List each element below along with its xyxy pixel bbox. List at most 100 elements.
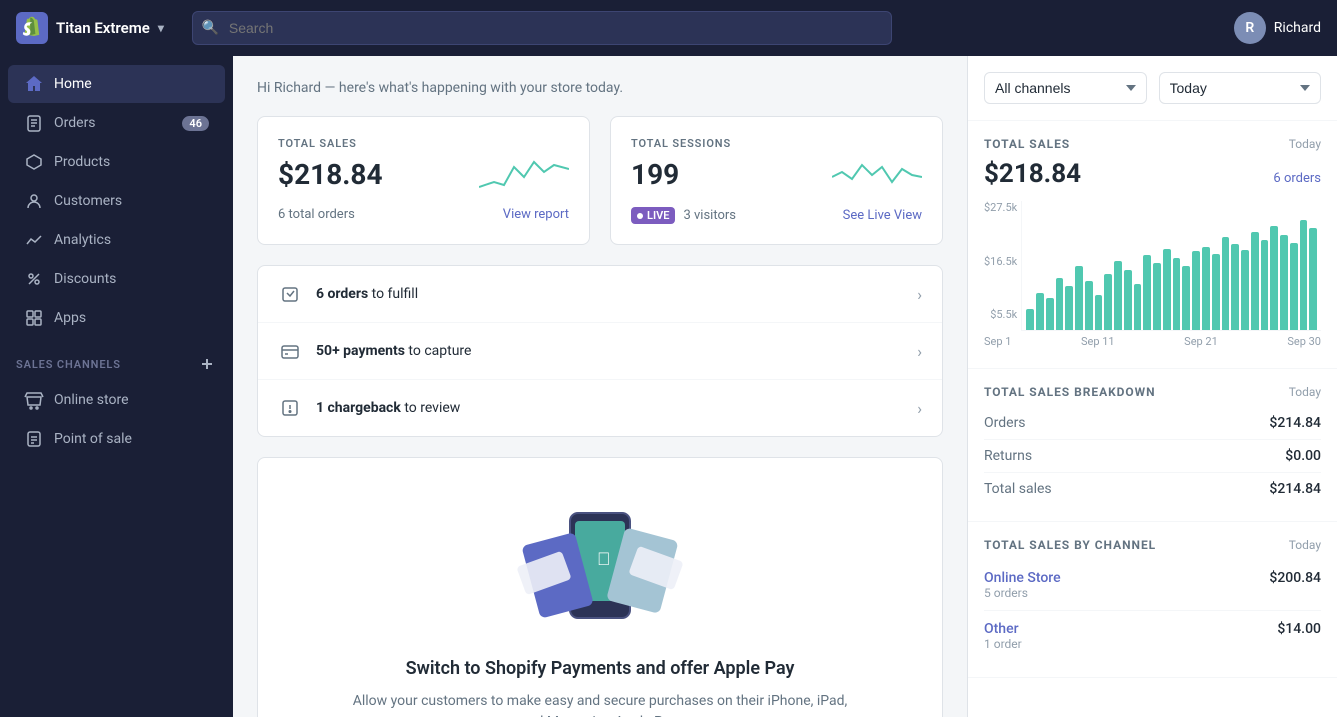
bar (1309, 228, 1317, 330)
panel-by-channel-label: TOTAL SALES BY CHANNEL (984, 538, 1156, 552)
orders-link[interactable]: 6 orders (1273, 171, 1321, 186)
shopify-icon (16, 12, 48, 44)
total-sales-card: TOTAL SALES $218.84 6 total orders View … (257, 116, 590, 245)
bar-col (1280, 235, 1288, 330)
channel-value: $14.00 (1277, 621, 1321, 637)
sidebar-item-discounts[interactable]: Discounts (8, 260, 225, 298)
analytics-icon (24, 230, 44, 250)
bar (1261, 240, 1269, 330)
add-channel-icon[interactable] (197, 354, 217, 374)
bar-col (1300, 220, 1308, 330)
bar-col (1212, 254, 1220, 330)
sidebar-analytics-label: Analytics (54, 232, 111, 248)
apps-icon (24, 308, 44, 328)
bar (1163, 249, 1171, 330)
bar (1124, 270, 1132, 330)
bar-col (1046, 298, 1054, 330)
sidebar-item-online-store[interactable]: Online store (8, 381, 225, 419)
sidebar-item-home[interactable]: Home (8, 65, 225, 103)
online-store-icon (24, 390, 44, 410)
bar-col (1075, 266, 1083, 330)
channel-name[interactable]: Other (984, 621, 1022, 637)
live-view-link[interactable]: See Live View (843, 208, 922, 223)
sidebar-pos-label: Point of sale (54, 431, 132, 447)
panel-chart: $27.5k $16.5k $5.5k Sep 1 Sep 11 Sep 21 … (984, 201, 1321, 352)
panel-controls: All channels Today (968, 56, 1337, 121)
bar (1085, 281, 1093, 330)
welcome-text: Hi Richard — here's what's happening wit… (257, 80, 943, 96)
action-cards: 6 orders to fulfill › 50+ payments to ca… (257, 265, 943, 437)
channel-items: Online Store 5 orders $200.84 Other 1 or… (984, 560, 1321, 661)
visitors-row: LIVE 3 visitors (631, 207, 736, 224)
bar (1222, 237, 1230, 330)
store-chevron-icon: ▾ (158, 21, 164, 35)
top-nav: Titan Extreme ▾ 🔍 R Richard (0, 0, 1337, 56)
bar (1212, 254, 1220, 330)
bar (1046, 298, 1054, 330)
action-item-payments[interactable]: 50+ payments to capture › (258, 323, 942, 380)
channel-name[interactable]: Online Store (984, 570, 1061, 586)
avatar[interactable]: R (1234, 12, 1266, 44)
sidebar-item-customers[interactable]: Customers (8, 182, 225, 220)
panel-total-sales-time: Today (1289, 137, 1321, 151)
bar (1251, 232, 1259, 330)
bar (1290, 243, 1298, 330)
sidebar-discounts-label: Discounts (54, 271, 116, 287)
store-logo[interactable]: Titan Extreme ▾ (16, 12, 164, 44)
bar (1280, 235, 1288, 330)
panel-breakdown-header: TOTAL SALES BREAKDOWN Today (984, 385, 1321, 399)
search-icon: 🔍 (202, 20, 219, 36)
view-report-link[interactable]: View report (503, 207, 569, 222)
bar (1134, 284, 1142, 330)
sidebar-item-analytics[interactable]: Analytics (8, 221, 225, 259)
bar (1270, 226, 1278, 330)
channel-item: Online Store 5 orders $200.84 (984, 560, 1321, 611)
customers-icon (24, 191, 44, 211)
sidebar-item-products[interactable]: Products (8, 143, 225, 181)
bar-col (1056, 278, 1064, 330)
main-content: Hi Richard — here's what's happening wit… (233, 56, 967, 717)
action-item-chargeback[interactable]: 1 chargeback to review › (258, 380, 942, 436)
bar (1036, 293, 1044, 330)
bar (1153, 263, 1161, 330)
bar (1143, 255, 1151, 330)
bar (1104, 274, 1112, 330)
chart-y-labels: $27.5k $16.5k $5.5k (984, 201, 1017, 321)
bar (1114, 261, 1122, 330)
bar (1231, 244, 1239, 330)
search-input[interactable] (192, 11, 892, 45)
channel-select[interactable]: All channels (984, 72, 1147, 104)
breakdown-row: Returns$0.00 (984, 440, 1321, 473)
total-sessions-card: TOTAL SESSIONS 199 LIVE 3 visitors See L… (610, 116, 943, 245)
channel-orders: 1 order (984, 637, 1022, 651)
bar-col (1182, 266, 1190, 330)
bar (1173, 258, 1181, 330)
store-name: Titan Extreme (56, 19, 150, 37)
sidebar-item-apps[interactable]: Apps (8, 299, 225, 337)
panel-total-sales: TOTAL SALES Today $218.84 6 orders $27.5… (968, 121, 1337, 369)
svg-text::  (597, 549, 611, 569)
panel-total-sales-header: TOTAL SALES Today (984, 137, 1321, 151)
sidebar-orders-label: Orders (54, 115, 96, 131)
products-icon (24, 152, 44, 172)
payments-text: 50+ payments to capture (316, 343, 903, 359)
search-container: 🔍 (192, 11, 892, 45)
orders-badge: 46 (182, 116, 209, 131)
bar-col (1124, 270, 1132, 330)
bar (1300, 220, 1308, 330)
nav-right: R Richard (1234, 12, 1321, 44)
action-item-fulfill[interactable]: 6 orders to fulfill › (258, 266, 942, 323)
fulfill-text: 6 orders to fulfill (316, 286, 903, 302)
sidebar-customers-label: Customers (54, 193, 122, 209)
sidebar-item-orders[interactable]: Orders 46 (8, 104, 225, 142)
breakdown-rows: Orders$214.84Returns$0.00Total sales$214… (984, 407, 1321, 505)
promo-card:  Switch to Shopify Payments and offer A… (257, 457, 943, 717)
panel-by-channel: TOTAL SALES BY CHANNEL Today Online Stor… (968, 522, 1337, 678)
bar-col (1143, 255, 1151, 330)
bar-col (1173, 258, 1181, 330)
panel-by-channel-time: Today (1289, 538, 1321, 552)
bar-col (1231, 244, 1239, 330)
time-select[interactable]: Today (1159, 72, 1322, 104)
sidebar-item-pos[interactable]: Point of sale (8, 420, 225, 458)
bar-col (1065, 286, 1073, 330)
